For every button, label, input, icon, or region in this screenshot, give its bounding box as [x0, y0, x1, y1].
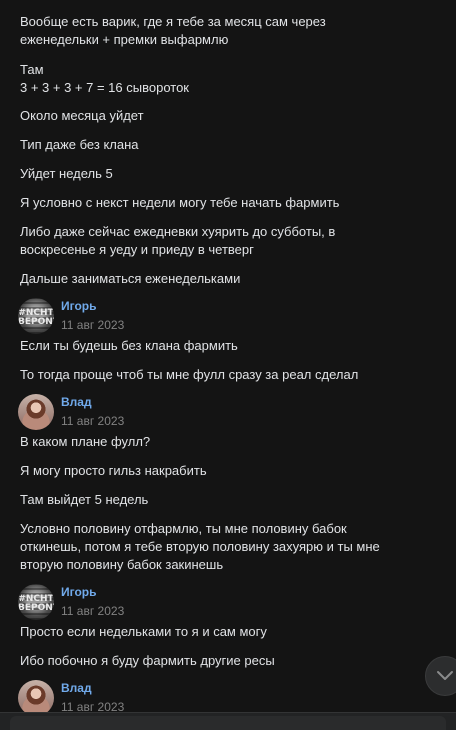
chevron-down-icon [437, 671, 453, 680]
message-text: Там выйдет 5 недель [20, 492, 149, 507]
author-name[interactable]: Влад [61, 395, 92, 409]
message-text: Около месяца уйдет [20, 108, 144, 123]
message-text: Просто если недельками то я и сам могу [20, 624, 267, 639]
message-timestamp[interactable]: 11 авг 2023 [61, 414, 124, 428]
message-text: Я условно с некст недели могу тебе начат… [20, 195, 340, 210]
author-name[interactable]: Игорь [61, 585, 97, 599]
message-text: Я могу просто гильз накрабить [20, 463, 207, 478]
avatar-text: #NCHT BEPONT [18, 308, 54, 327]
message-text: Ибо побочно я буду фармить другие ресы [20, 653, 275, 668]
message-timestamp[interactable]: 11 авг 2023 [61, 318, 124, 332]
message-composer [0, 712, 456, 730]
message-text: Тип даже без клана [20, 137, 139, 152]
message-text: Уйдет недель 5 [20, 166, 113, 181]
message-timestamp[interactable]: 11 авг 2023 [61, 700, 124, 712]
message-text: Либо даже сейчас ежедневки хуярить до су… [20, 224, 336, 257]
message-text: Если ты будешь без клана фармить [20, 338, 238, 353]
avatar-text: #NCHT BEPONT [18, 594, 54, 613]
message-text: Вообще есть варик, где я тебе за месяц с… [20, 14, 326, 47]
message-text: Дальше заниматься еженедельками [20, 271, 241, 286]
chat-history[interactable]: Вообще есть варик, где я тебе за месяц с… [0, 0, 448, 712]
author-name[interactable]: Игорь [61, 299, 97, 313]
author-name[interactable]: Влад [61, 681, 92, 695]
scrollbar[interactable] [448, 0, 456, 712]
message-text: Условно половину отфармлю, ты мне полови… [20, 521, 380, 572]
message-timestamp[interactable]: 11 авг 2023 [61, 604, 124, 618]
message-text: В каком плане фулл? [20, 434, 151, 449]
message-text: То тогда проще чтоб ты мне фулл сразу за… [20, 367, 359, 382]
avatar[interactable] [18, 394, 54, 430]
message-input[interactable] [10, 716, 446, 730]
avatar[interactable]: #NCHT BEPONT [18, 584, 54, 620]
avatar[interactable]: #NCHT BEPONT [18, 298, 54, 334]
avatar[interactable] [18, 680, 54, 712]
message-text: Там 3 + 3 + 3 + 7 = 16 сывороток [20, 62, 189, 95]
